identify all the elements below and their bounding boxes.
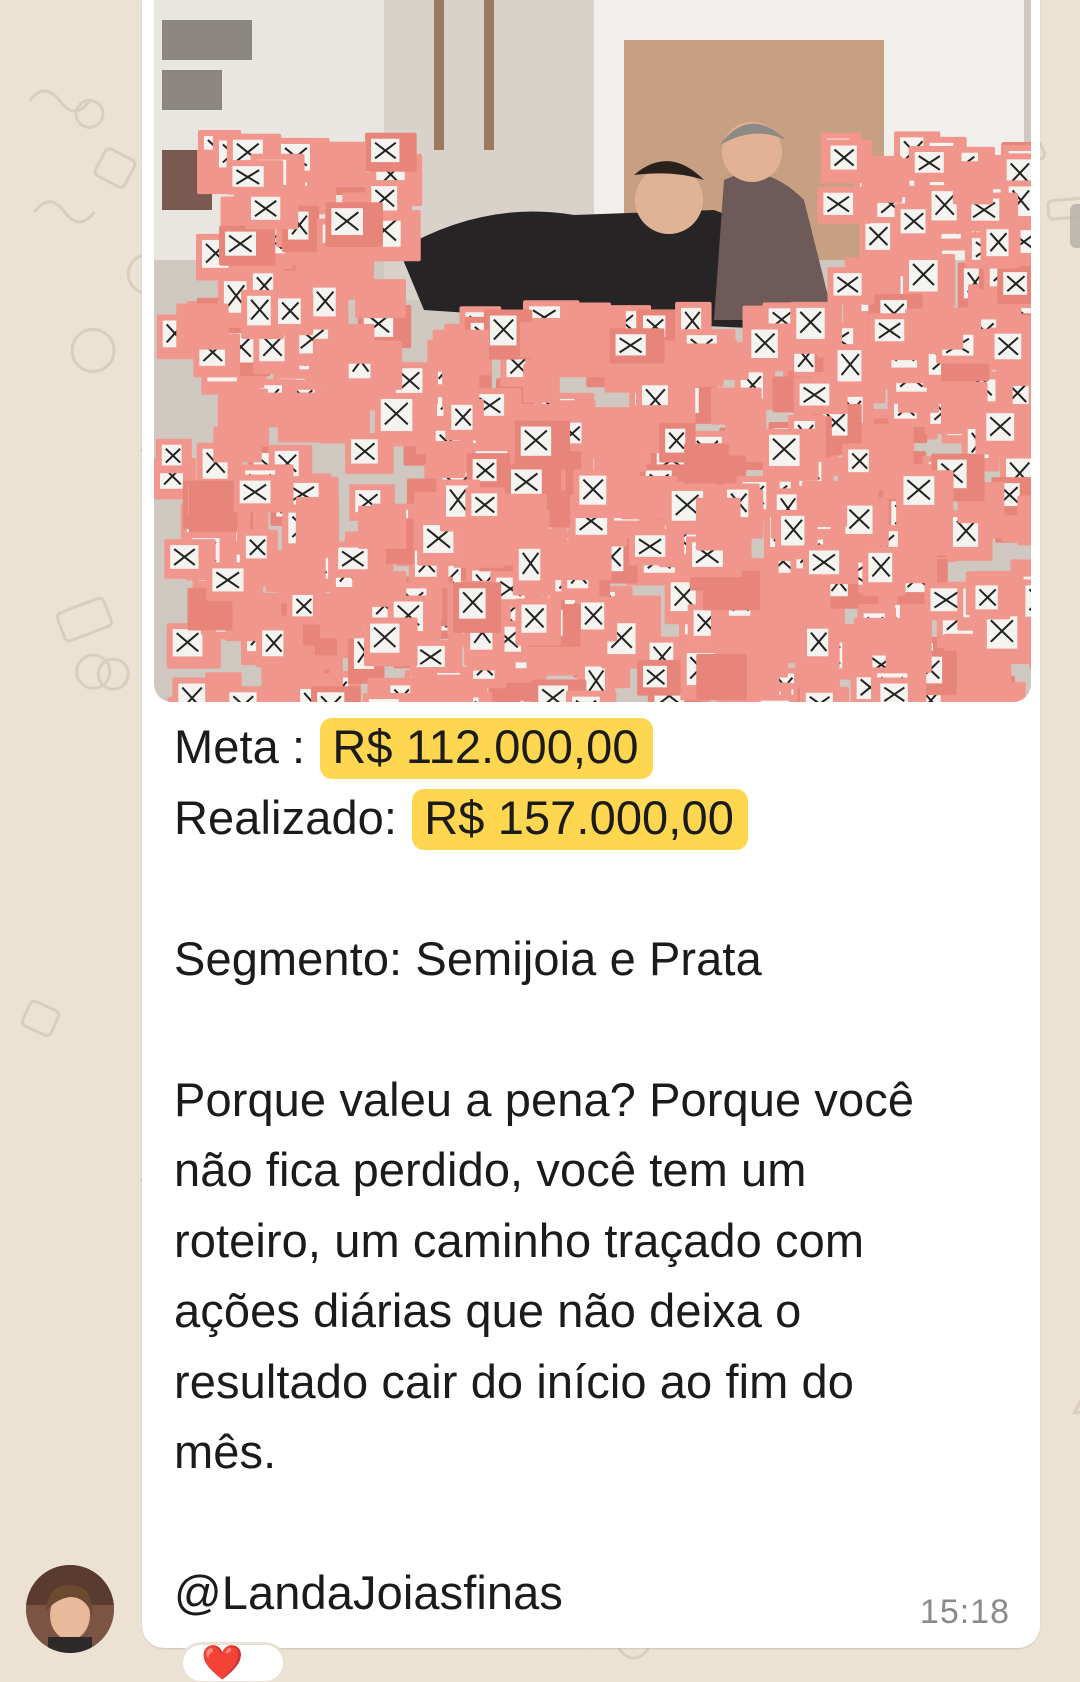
paragraph-line: ações diárias que não deixa o: [174, 1284, 802, 1337]
gift-bag: [696, 497, 741, 551]
gift-bag: [411, 674, 469, 702]
gift-bag: [504, 493, 547, 530]
paragraph-line: Porque valeu a pena? Porque você: [174, 1072, 915, 1126]
meta-value-highlight: R$ 112.000,00: [320, 718, 653, 779]
paragraph-line: resultado cair do início ao fim do: [174, 1354, 855, 1408]
gift-bag: [262, 392, 320, 427]
bag-tag: [880, 683, 908, 702]
gift-bag: [885, 623, 932, 673]
gift-bag: [672, 343, 724, 387]
avatar-photo: [26, 1565, 114, 1653]
bag-tag: [368, 698, 399, 702]
meta-label: Meta :: [174, 720, 306, 773]
message-text: Meta : R$ 112.000,00 Realizado: R$ 157.0…: [174, 712, 1024, 1629]
gift-bag: [786, 582, 831, 619]
gift-bag: [594, 431, 647, 473]
gift-bag: [328, 323, 375, 364]
gift-bag: [519, 322, 569, 358]
jewelry-tray: [162, 70, 222, 110]
realizado-label: Realizado:: [174, 790, 398, 844]
meta-line: Meta : R$ 112.000,00: [174, 712, 1024, 783]
gift-bag: [554, 539, 612, 581]
gift-bag: [358, 505, 407, 549]
message-photo[interactable]: [154, 0, 1031, 702]
gift-bag: [295, 496, 340, 550]
gift-bag: [696, 653, 747, 700]
scrollbar-handle[interactable]: [1070, 204, 1080, 248]
gift-bag: [309, 141, 366, 187]
gift-bag: [188, 485, 237, 534]
wallpaper-doodle: [28, 89, 91, 113]
wallpaper-doodle: [33, 200, 96, 224]
paragraph-line: mês.: [174, 1425, 277, 1478]
gift-bag: [971, 659, 1012, 699]
heart-reaction[interactable]: ❤️: [183, 1645, 283, 1681]
wallpaper-doodle: [1071, 1399, 1080, 1415]
jewelry-tray: [162, 20, 252, 60]
gift-bag: [684, 443, 730, 484]
gift-bag: [1017, 495, 1031, 546]
chair-leg: [434, 0, 444, 150]
gift-bag: [561, 302, 611, 341]
sender-avatar[interactable]: [26, 1565, 114, 1653]
gift-bag: [952, 161, 994, 205]
gift-bag: [176, 303, 229, 350]
wallpaper-doodle: [55, 596, 113, 643]
heart-icon: ❤️: [201, 1644, 244, 1682]
paragraph-line: não fica perdido, você tem um: [174, 1143, 807, 1196]
paragraph-line: roteiro, um caminho traçado com: [174, 1213, 865, 1267]
chair-leg: [484, 0, 494, 150]
segment-line: Segmento: Semijoia e Prata: [174, 931, 762, 985]
gift-bags-photo: [154, 0, 1031, 702]
gift-bag: [319, 593, 364, 639]
gift-bag: [808, 489, 848, 528]
gift-bag: [459, 522, 513, 566]
gift-bag: [710, 387, 762, 425]
gift-bag: [523, 363, 560, 403]
realizado-line: Realizado: R$ 157.000,00: [174, 783, 1024, 854]
message-paragraph: Porque valeu a pena? Porque você não fic…: [174, 1065, 1024, 1488]
wallpaper-doodle: [74, 98, 105, 129]
realizado-value-highlight: R$ 157.000,00: [412, 788, 748, 850]
bag-tag: [538, 685, 569, 702]
bag-tag: [760, 700, 789, 702]
handle-link[interactable]: @LandaJoiasfinas: [174, 1558, 1024, 1629]
wallpaper-doodle: [93, 147, 137, 189]
gift-bag: [432, 329, 489, 372]
wallpaper-doodle: [70, 327, 116, 374]
gift-bag: [426, 440, 466, 479]
wallpaper-doodle: [20, 999, 61, 1038]
wallpaper-doodle: [96, 657, 130, 691]
message-timestamp: 15:18: [919, 1593, 1010, 1631]
